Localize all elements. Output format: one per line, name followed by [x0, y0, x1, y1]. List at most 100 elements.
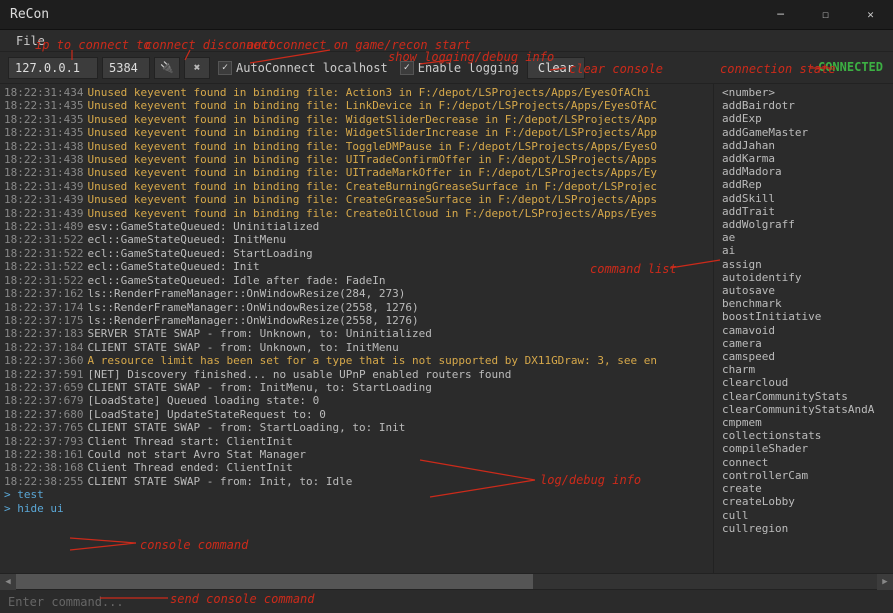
log-message: Unused keyevent found in binding file: W… [87, 126, 657, 139]
command-list-item[interactable]: charm [714, 363, 893, 376]
unplug-icon: ✖ [194, 61, 201, 74]
log-timestamp: 18:22:31:439 [4, 180, 83, 193]
log-message: > test [4, 488, 44, 501]
command-list-item[interactable]: collectionstats [714, 429, 893, 442]
command-list-item[interactable]: addTrait [714, 205, 893, 218]
log-line: 18:22:31:522ecl::GameStateQueued: StartL… [4, 247, 709, 260]
minimize-button[interactable]: ─ [758, 0, 803, 30]
log-timestamp: 18:22:37:175 [4, 314, 83, 327]
command-list-item[interactable]: ai [714, 244, 893, 257]
command-list-item[interactable]: camspeed [714, 350, 893, 363]
log-message: Unused keyevent found in binding file: L… [87, 99, 657, 112]
command-list-item[interactable]: addRep [714, 178, 893, 191]
command-list-panel[interactable]: <number>addBairdotraddExpaddGameMasterad… [713, 84, 893, 573]
logging-checkbox[interactable]: ✓ [400, 61, 414, 75]
log-message: ecl::GameStateQueued: InitMenu [87, 233, 286, 246]
scroll-track[interactable] [16, 574, 877, 589]
log-message: Unused keyevent found in binding file: C… [87, 207, 657, 220]
command-list-item[interactable]: ae [714, 231, 893, 244]
maximize-button[interactable]: ☐ [803, 0, 848, 30]
command-list-item[interactable]: autosave [714, 284, 893, 297]
log-timestamp: 18:22:37:360 [4, 354, 83, 367]
autoconnect-label: AutoConnect localhost [236, 61, 388, 75]
log-line: 18:22:37:360A resource limit has been se… [4, 354, 709, 367]
horizontal-scrollbar[interactable]: ◀ ▶ [0, 573, 893, 589]
logging-label: Enable logging [418, 61, 519, 75]
command-input[interactable] [0, 590, 893, 613]
log-panel[interactable]: 18:22:31:434 Unused keyevent found in bin… [0, 84, 713, 573]
log-timestamp: 18:22:31:438 [4, 140, 83, 153]
ip-input[interactable] [8, 57, 98, 79]
log-line: 18:22:31:439 Unused keyevent found in bin… [4, 180, 709, 193]
command-list-item[interactable]: connect [714, 456, 893, 469]
command-list-item[interactable]: addKarma [714, 152, 893, 165]
log-timestamp: 18:22:31:522 [4, 233, 83, 246]
log-line: 18:22:38:161Could not start Avro Stat Ma… [4, 448, 709, 461]
command-list-item[interactable]: addWolgraff [714, 218, 893, 231]
command-list-item[interactable]: assign [714, 258, 893, 271]
command-list-item[interactable]: createLobby [714, 495, 893, 508]
log-message: CLIENT STATE SWAP - from: Unknown, to: I… [87, 341, 398, 354]
command-list-item[interactable]: compileShader [714, 442, 893, 455]
command-list-item[interactable]: clearCommunityStats [714, 390, 893, 403]
log-message: Unused keyevent found in binding file: C… [87, 180, 657, 193]
toolbar: 🔌 ✖ ✓ AutoConnect localhost ✓ Enable log… [0, 52, 893, 84]
log-message: [NET] Discovery finished... no usable UP… [87, 368, 511, 381]
command-list-item[interactable]: clearcloud [714, 376, 893, 389]
command-list-item[interactable]: camera [714, 337, 893, 350]
command-list-item[interactable]: clearCommunityStatsAndA [714, 403, 893, 416]
scroll-right-arrow[interactable]: ▶ [877, 574, 893, 590]
log-timestamp: 18:22:37:793 [4, 435, 83, 448]
command-list-item[interactable]: autoidentify [714, 271, 893, 284]
command-list-item[interactable]: addMadora [714, 165, 893, 178]
log-line: 18:22:31:438 Unused keyevent found in bin… [4, 153, 709, 166]
content-area: 18:22:31:434 Unused keyevent found in bin… [0, 84, 893, 573]
port-input[interactable] [102, 57, 150, 79]
command-list-item[interactable]: cmpmem [714, 416, 893, 429]
command-list-item[interactable]: cullregion [714, 522, 893, 535]
scroll-thumb[interactable] [16, 574, 533, 589]
command-list-item[interactable]: addExp [714, 112, 893, 125]
log-timestamp: 18:22:31:434 [4, 86, 83, 99]
log-line: 18:22:31:489esv::GameStateQueued: Uninit… [4, 220, 709, 233]
disconnect-button[interactable]: ✖ [184, 57, 210, 79]
command-list-item[interactable]: camavoid [714, 324, 893, 337]
connection-status: CONNECTED [818, 60, 883, 74]
log-message: Unused keyevent found in binding file: C… [87, 193, 657, 206]
close-button[interactable]: ✕ [848, 0, 893, 30]
connect-button[interactable]: 🔌 [154, 57, 180, 79]
log-line: 18:22:37:162ls::RenderFrameManager::OnWi… [4, 287, 709, 300]
command-list-item[interactable]: <number> [714, 86, 893, 99]
log-message: SERVER STATE SWAP - from: Unknown, to: U… [87, 327, 431, 340]
command-list-item[interactable]: addSkill [714, 192, 893, 205]
plug-icon: 🔌 [160, 61, 174, 74]
command-list-item[interactable]: boostInitiative [714, 310, 893, 323]
log-line: 18:22:31:439Unused keyevent found in bin… [4, 193, 709, 206]
log-message: Unused keyevent found in binding file: U… [87, 153, 657, 166]
command-list-item[interactable]: addBairdotr [714, 99, 893, 112]
log-line: 18:22:37:765CLIENT STATE SWAP - from: St… [4, 421, 709, 434]
log-timestamp: 18:22:37:162 [4, 287, 83, 300]
command-list-item[interactable]: addJahan [714, 139, 893, 152]
command-list-item[interactable]: addGameMaster [714, 126, 893, 139]
log-message: CLIENT STATE SWAP - from: StartLoading, … [87, 421, 405, 434]
command-list-item[interactable]: controllerCam [714, 469, 893, 482]
scroll-left-arrow[interactable]: ◀ [0, 574, 16, 590]
log-line: 18:22:31:438Unused keyevent found in bin… [4, 166, 709, 179]
log-line: 18:22:38:255CLIENT STATE SWAP - from: In… [4, 475, 709, 488]
command-list-item[interactable]: cull [714, 509, 893, 522]
log-timestamp: 18:22:31:522 [4, 274, 83, 287]
log-message: [LoadState] Queued loading state: 0 [87, 394, 319, 407]
command-list-item[interactable]: create [714, 482, 893, 495]
clear-button[interactable]: Clear [527, 57, 585, 79]
log-message: ls::RenderFrameManager::OnWindowResize(2… [87, 301, 418, 314]
log-message: CLIENT STATE SWAP - from: InitMenu, to: … [87, 381, 431, 394]
log-line: 18:22:31:434Unused keyevent found in bin… [4, 86, 709, 99]
menu-file[interactable]: File [8, 32, 53, 50]
log-timestamp: 18:22:37:679 [4, 394, 83, 407]
log-timestamp: 18:22:31:438 [4, 153, 83, 166]
log-timestamp: 18:22:37:680 [4, 408, 83, 421]
log-timestamp: 18:22:31:435 [4, 99, 83, 112]
command-list-item[interactable]: benchmark [714, 297, 893, 310]
autoconnect-checkbox[interactable]: ✓ [218, 61, 232, 75]
